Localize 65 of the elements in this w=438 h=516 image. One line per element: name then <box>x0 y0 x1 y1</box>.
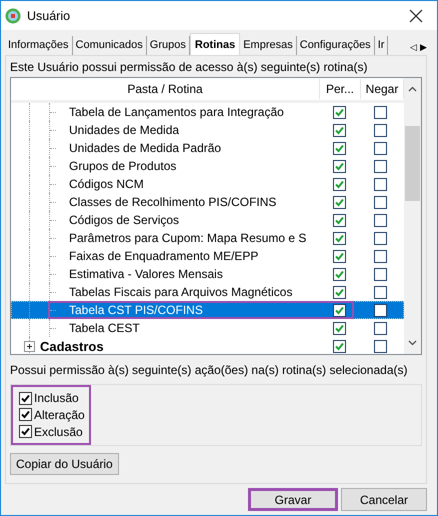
deny-checkbox[interactable] <box>374 214 386 226</box>
routine-label[interactable]: Estimativa - Valores Mensais <box>69 267 223 281</box>
permit-checkbox[interactable] <box>332 124 346 136</box>
permit-checkbox[interactable] <box>332 322 346 334</box>
deny-checkbox[interactable] <box>374 232 386 244</box>
dialog-button[interactable]: Gravar <box>248 488 338 511</box>
deny-checkbox[interactable] <box>374 286 386 298</box>
deny-checkbox[interactable] <box>374 304 386 316</box>
routine-label[interactable]: Códigos de Serviços <box>69 213 180 227</box>
permit-checkbox[interactable] <box>332 160 346 172</box>
scroll-down-icon[interactable] <box>408 340 417 346</box>
scroll-right-button[interactable]: ▶ <box>420 42 427 52</box>
dialog-button[interactable]: Cancelar <box>341 488 427 511</box>
routine-label[interactable]: Unidades de Medida <box>69 123 180 137</box>
close-icon[interactable] <box>409 8 423 22</box>
permit-checkbox[interactable] <box>332 340 346 352</box>
caption: Este Usuário possui permissão de acesso à(s) seguinte(s) rotina(s) <box>10 60 368 74</box>
permit-checkbox[interactable] <box>332 178 346 190</box>
caption: Possui permissão à(s) seguinte(s) ação(ões) na(s) rotina(s) selecionada(s) <box>10 363 408 377</box>
column-header[interactable]: Pasta / Rotina <box>11 79 320 99</box>
deny-checkbox[interactable] <box>374 106 386 118</box>
deny-checkbox[interactable] <box>374 124 386 136</box>
deny-checkbox[interactable] <box>374 142 386 154</box>
deny-checkbox[interactable] <box>374 322 386 334</box>
deny-checkbox[interactable] <box>374 340 386 352</box>
deny-checkbox[interactable] <box>374 250 386 262</box>
permit-checkbox[interactable] <box>332 196 346 208</box>
column-header[interactable]: Per... <box>320 79 361 99</box>
permit-checkbox[interactable] <box>332 286 346 298</box>
expand-icon[interactable] <box>24 340 35 352</box>
routine-label[interactable]: Tabelas Fiscais para Arquivos Magnéticos <box>69 285 292 299</box>
permit-checkbox[interactable] <box>332 106 346 118</box>
scrollbar[interactable] <box>404 78 421 354</box>
checkbox[interactable] <box>19 425 32 438</box>
scrollbar-thumb[interactable] <box>405 126 420 201</box>
routine-label[interactable]: Unidades de Medida Padrão <box>69 141 222 155</box>
routine-label[interactable]: Grupos de Produtos <box>69 159 176 173</box>
routine-label[interactable]: Tabela de Lançamentos para Integração <box>69 105 284 119</box>
routine-label[interactable]: Códigos NCM <box>69 177 144 191</box>
permit-checkbox[interactable] <box>332 250 346 262</box>
deny-checkbox[interactable] <box>374 196 386 208</box>
permit-checkbox[interactable] <box>332 304 346 316</box>
app-icon <box>5 8 21 24</box>
checkbox[interactable] <box>19 392 32 405</box>
permit-checkbox[interactable] <box>332 268 346 280</box>
permit-checkbox[interactable] <box>332 142 346 154</box>
scroll-up-icon[interactable] <box>408 86 417 92</box>
scroll-left-button[interactable]: ◁ <box>410 42 417 52</box>
checkbox-label[interactable]: Alteração <box>34 408 85 422</box>
copy-user-button[interactable]: Copiar do Usuário <box>10 453 119 475</box>
tab[interactable]: Rotinas <box>190 33 240 55</box>
routine-label[interactable]: Faixas de Enquadramento ME/EPP <box>69 249 258 263</box>
routine-label[interactable]: Tabela CEST <box>69 321 140 335</box>
permit-checkbox[interactable] <box>332 232 346 244</box>
checkbox[interactable] <box>19 408 32 422</box>
routine-label[interactable]: Parâmetros para Cupom: Mapa Resumo e S <box>69 231 306 245</box>
routine-label[interactable]: Classes de Recolhimento PIS/COFINS <box>69 195 276 209</box>
checkbox-label[interactable]: Exclusão <box>34 424 83 439</box>
permit-checkbox[interactable] <box>332 214 346 226</box>
window-title: Usuário <box>27 8 72 22</box>
checkbox-label[interactable]: Inclusão <box>34 391 79 406</box>
deny-checkbox[interactable] <box>374 160 386 172</box>
folder-label[interactable]: Cadastros <box>40 338 104 354</box>
deny-checkbox[interactable] <box>374 268 386 280</box>
deny-checkbox[interactable] <box>374 178 386 190</box>
